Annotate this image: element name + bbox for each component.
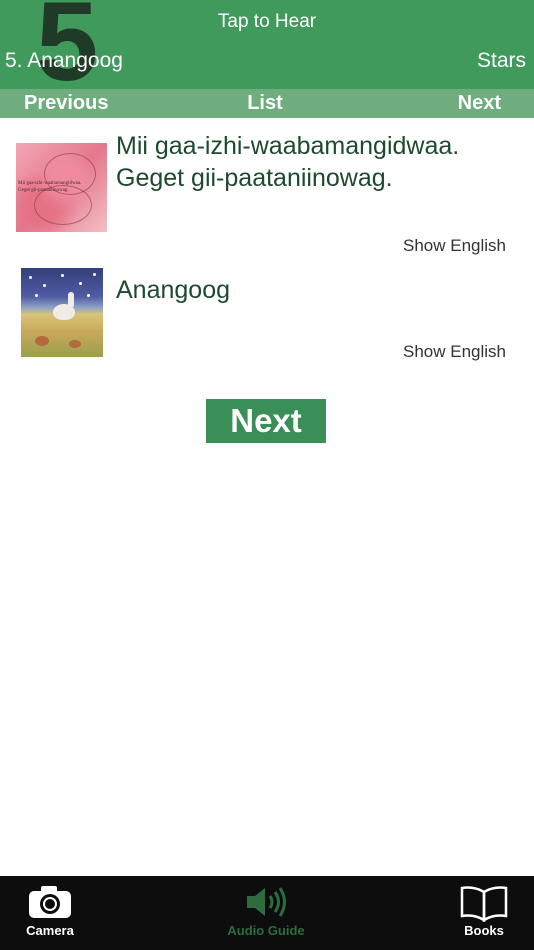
tab-audio-guide[interactable]: Audio Guide — [216, 876, 316, 950]
tap-to-hear-button[interactable]: Tap to Hear — [0, 11, 534, 33]
book-icon — [444, 884, 524, 924]
show-english-button[interactable]: Show English — [403, 236, 506, 256]
page-text[interactable]: Mii gaa-izhi-waabamangidwaa. Geget gii-p… — [116, 130, 526, 194]
page-text-line: Mii gaa-izhi-waabamangidwaa. — [116, 132, 460, 160]
camera-icon — [10, 884, 90, 924]
star-dot — [61, 274, 64, 277]
show-english-button[interactable]: Show English — [403, 342, 506, 362]
star-dot — [79, 282, 82, 285]
tab-label: Camera — [26, 923, 74, 938]
star-dot — [93, 273, 96, 276]
page-item: Mii gaa-izhi-waabamangidwaa. Geget gii-p… — [0, 129, 534, 259]
page-text-line: Anangoog — [116, 276, 231, 304]
tab-camera[interactable]: Camera — [10, 876, 90, 950]
star-dot — [43, 284, 46, 287]
tab-bar: Camera Audio Guide Books — [0, 876, 534, 950]
header-bar: 5 Tap to Hear 5. Anangoog Stars — [0, 0, 534, 89]
goose-illustration — [53, 304, 75, 320]
tab-label: Books — [464, 923, 504, 938]
thumbnail-caption-line: Geget gii-paataniinowag. — [18, 187, 69, 193]
previous-button[interactable]: Previous — [24, 92, 108, 115]
tab-books[interactable]: Books — [444, 876, 524, 950]
star-dot — [35, 294, 38, 297]
illustration-shape — [35, 336, 49, 346]
stars-button[interactable]: Stars — [477, 49, 526, 73]
next-button[interactable]: Next — [206, 399, 326, 443]
page-navigation-bar: List Previous Next — [0, 89, 534, 118]
thumbnail-caption: Mii gaa-izhi-waabamangidwaa. Geget gii-p… — [18, 181, 106, 194]
story-title: 5. Anangoog — [5, 49, 123, 72]
page-thumbnail-image[interactable]: Mii gaa-izhi-waabamangidwaa. Geget gii-p… — [16, 143, 107, 232]
star-dot — [29, 276, 32, 279]
speaker-icon — [216, 884, 316, 924]
page-text-line: Geget gii-paataniinowag. — [116, 164, 393, 192]
page-item: Anangoog Show English — [0, 262, 534, 372]
page-thumbnail-image[interactable] — [21, 268, 103, 357]
illustration-shape — [69, 340, 81, 348]
next-nav-button[interactable]: Next — [458, 92, 501, 115]
page-text[interactable]: Anangoog — [116, 274, 516, 306]
star-dot — [87, 294, 90, 297]
tab-label: Audio Guide — [227, 923, 305, 938]
